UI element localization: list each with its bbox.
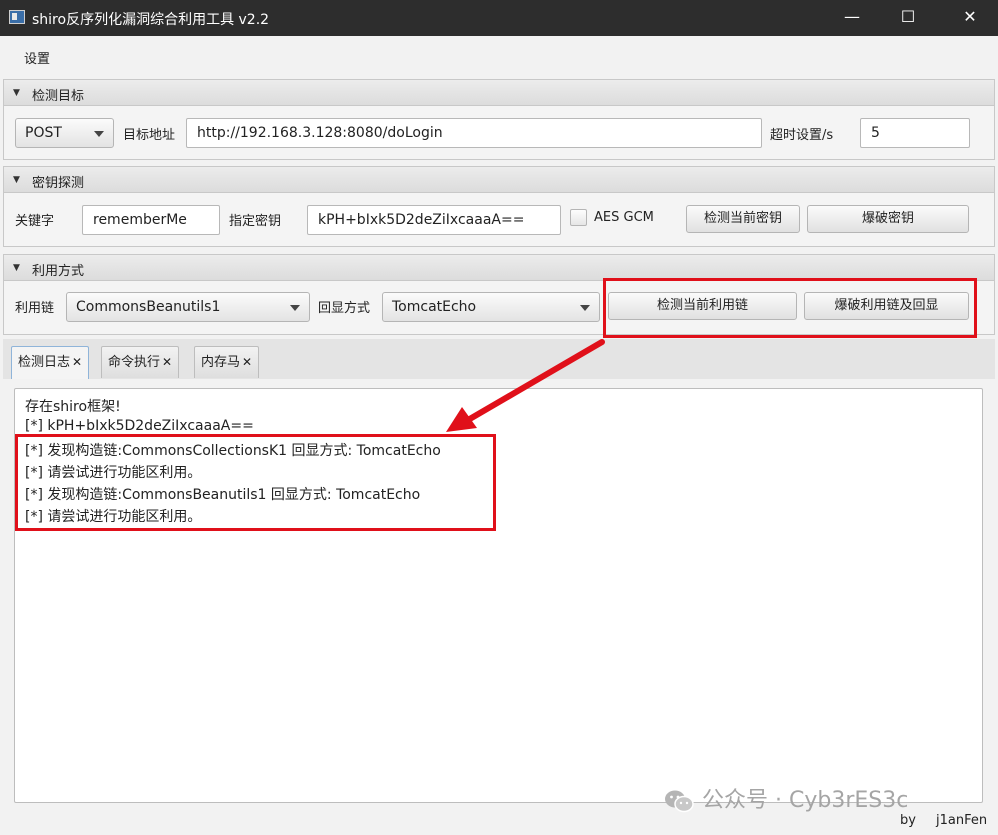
key-panel-header[interactable]: ▼ 密钥探测 — [4, 167, 994, 193]
title-bar: shiro反序列化漏洞综合利用工具 v2.2 — ☐ ✕ — [0, 0, 998, 36]
highlight-box-buttons — [603, 278, 977, 338]
check-key-button[interactable]: 检测当前密钥 — [686, 205, 800, 233]
close-icon[interactable]: ✕ — [162, 355, 172, 369]
key-panel: ▼ 密钥探测 关键字 rememberMe 指定密钥 kPH+bIxk5D2de… — [3, 166, 995, 247]
tab-label: 检测日志 — [18, 355, 71, 370]
tab-memshell[interactable]: 内存马 ✕ — [194, 346, 260, 378]
echo-label: 回显方式 — [318, 301, 371, 316]
chevron-down-icon — [290, 305, 300, 311]
aes-gcm-checkbox[interactable] — [570, 209, 587, 226]
menu-bar: 设置 — [0, 36, 998, 76]
timeout-input[interactable]: 5 — [860, 118, 970, 148]
footer-author: j1anFen — [936, 813, 988, 828]
target-panel: ▼ 检测目标 POST 目标地址 http://192.168.3.128:80… — [3, 79, 995, 160]
close-icon[interactable]: ✕ — [72, 355, 82, 369]
watermark: 公众号 · Cyb3rES3c — [664, 782, 908, 814]
key-panel-title: 密钥探测 — [32, 176, 85, 191]
tab-strip: 检测日志 ✕ 命令执行 ✕ 内存马 ✕ — [3, 339, 995, 379]
collapse-triangle-icon: ▼ — [13, 263, 20, 273]
chain-label: 利用链 — [15, 301, 55, 316]
exploit-panel-title: 利用方式 — [32, 264, 85, 279]
chain-select-value: CommonsBeanutils1 — [76, 299, 221, 315]
close-button[interactable]: ✕ — [944, 0, 996, 36]
collapse-triangle-icon: ▼ — [13, 175, 20, 185]
key-input[interactable]: kPH+bIxk5D2deZiIxcaaaA== — [307, 205, 561, 235]
url-input[interactable]: http://192.168.3.128:8080/doLogin — [186, 118, 762, 148]
key-label: 指定密钥 — [229, 214, 282, 229]
tab-command-exec[interactable]: 命令执行 ✕ — [101, 346, 180, 378]
tab-label: 内存马 — [201, 355, 241, 370]
method-select-value: POST — [25, 125, 62, 141]
target-panel-title: 检测目标 — [32, 89, 85, 104]
minimize-button[interactable]: — — [826, 0, 878, 36]
url-label: 目标地址 — [123, 128, 176, 143]
footer-by: by — [900, 813, 916, 828]
method-select[interactable]: POST — [15, 118, 114, 148]
tab-detection-log[interactable]: 检测日志 ✕ — [11, 346, 90, 379]
watermark-text: 公众号 · Cyb3rES3c — [702, 788, 909, 813]
chain-select[interactable]: CommonsBeanutils1 — [66, 292, 310, 322]
chevron-down-icon — [580, 305, 590, 311]
aes-gcm-label: AES GCM — [594, 210, 654, 225]
highlight-box-log — [15, 434, 496, 531]
target-panel-header[interactable]: ▼ 检测目标 — [4, 80, 994, 106]
log-line: 存在shiro框架! — [25, 399, 121, 415]
tab-label: 命令执行 — [108, 355, 161, 370]
close-icon[interactable]: ✕ — [242, 355, 252, 369]
maximize-button[interactable]: ☐ — [882, 0, 934, 36]
collapse-triangle-icon: ▼ — [13, 88, 20, 98]
echo-select[interactable]: TomcatEcho — [382, 292, 600, 322]
keyword-input[interactable]: rememberMe — [82, 205, 220, 235]
log-line: [*] kPH+bIxk5D2deZiIxcaaaA== — [25, 418, 254, 434]
timeout-label: 超时设置/s — [770, 128, 834, 143]
chevron-down-icon — [94, 131, 104, 137]
window-title: shiro反序列化漏洞综合利用工具 v2.2 — [32, 12, 270, 28]
menu-settings[interactable]: 设置 — [24, 48, 50, 67]
keyword-label: 关键字 — [15, 214, 55, 229]
echo-select-value: TomcatEcho — [392, 299, 477, 315]
brute-key-button[interactable]: 爆破密钥 — [807, 205, 969, 233]
app-icon — [9, 10, 25, 24]
wechat-icon — [665, 790, 694, 813]
